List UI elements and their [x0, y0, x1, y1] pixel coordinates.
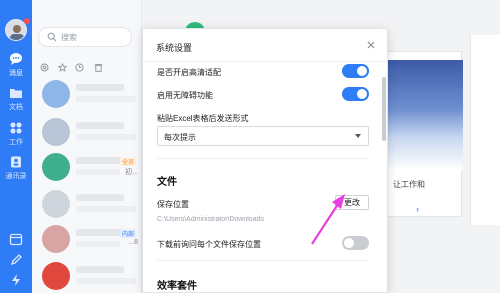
nav-item-docs[interactable]: 文档 — [0, 86, 32, 112]
save-path-text: C:\Users\Administrator\Downloads — [157, 216, 264, 223]
message-snippet: 初... — [125, 169, 138, 176]
blurred-preview — [76, 206, 136, 212]
section-title-file: 文件 — [157, 177, 177, 188]
nav-item-contacts[interactable]: 通讯录 — [0, 155, 32, 181]
blurred-name — [76, 157, 124, 164]
list-item[interactable] — [36, 114, 140, 150]
divider — [157, 260, 369, 261]
chevron-right-icon[interactable]: › — [416, 204, 419, 214]
promo-image — [387, 60, 463, 170]
folder-icon — [10, 89, 22, 98]
avatar — [42, 153, 70, 181]
blurred-name — [76, 122, 124, 129]
ask-location-label: 下载前询问每个文件保存位置 — [157, 240, 261, 249]
avatar — [42, 118, 70, 146]
blurred-preview — [76, 169, 120, 175]
star-icon[interactable] — [58, 63, 67, 72]
blurred-preview — [76, 278, 136, 284]
nav-label: 文档 — [9, 104, 23, 111]
save-location-label: 保存位置 — [157, 200, 189, 209]
left-nav: 消息 文档 工作 通讯录 — [0, 0, 32, 293]
search-input[interactable]: 搜索 — [38, 27, 132, 47]
trash-icon[interactable] — [94, 63, 103, 72]
clock-icon[interactable] — [75, 63, 84, 72]
dialog-title: 系统设置 — [156, 43, 193, 53]
settings-dialog: 系统设置 是否开启高清适配 启用无障碍功能 粘贴Excel表格后发送形式 每次提… — [142, 28, 388, 293]
option-label-accessibility: 启用无障碍功能 — [157, 91, 213, 100]
blurred-name — [76, 194, 124, 201]
message-snippet: ...8 — [128, 239, 138, 246]
list-item[interactable]: 内部 ...8 — [36, 221, 140, 257]
pen-icon[interactable] — [9, 253, 23, 267]
status-badge: 内部 — [119, 229, 136, 238]
list-item[interactable] — [36, 258, 140, 293]
nav-item-messages[interactable]: 消息 — [0, 52, 32, 78]
paste-format-select[interactable]: 每次提示 — [157, 126, 369, 146]
chevron-down-icon — [355, 134, 361, 138]
toggle-knob — [344, 238, 354, 248]
divider — [157, 158, 369, 159]
list-filters — [40, 63, 110, 75]
section-title-efficiency: 效率套件 — [157, 281, 197, 292]
calendar-icon[interactable] — [9, 232, 23, 246]
toggle-knob — [357, 66, 367, 76]
toggle-ask-location[interactable] — [342, 236, 369, 250]
blurred-name — [76, 84, 124, 91]
chat-bubble-icon — [10, 53, 22, 65]
notification-dot — [24, 18, 30, 24]
contacts-icon — [11, 156, 21, 168]
toggle-accessibility[interactable] — [342, 87, 369, 101]
blurred-preview — [76, 134, 136, 140]
blurred-preview — [76, 96, 136, 102]
search-placeholder: 搜索 — [61, 33, 77, 42]
blurred-name — [76, 229, 124, 236]
avatar — [42, 80, 70, 108]
avatar — [42, 262, 70, 290]
blurred-preview — [76, 241, 120, 247]
lightning-icon[interactable] — [9, 273, 23, 287]
toggle-hd-adapt[interactable] — [342, 64, 369, 78]
change-location-button[interactable]: 更改 — [335, 195, 369, 210]
list-item[interactable] — [36, 186, 140, 222]
close-icon[interactable] — [366, 40, 376, 50]
nav-item-work[interactable]: 工作 — [0, 121, 32, 147]
divider — [143, 61, 387, 62]
option-label-hd: 是否开启高清适配 — [157, 68, 221, 77]
mention-icon[interactable] — [40, 63, 49, 72]
search-icon — [47, 32, 57, 42]
promo-card[interactable]: 让工作和 › — [386, 51, 463, 217]
user-avatar-icon — [10, 25, 24, 40]
list-item[interactable]: 全员 初... — [36, 149, 140, 185]
status-badge: 全员 — [119, 157, 136, 166]
promo-text: 让工作和 — [393, 180, 425, 189]
paste-format-label: 粘贴Excel表格后发送形式 — [157, 114, 249, 123]
grid-apps-icon — [10, 122, 22, 134]
nav-label: 通讯录 — [5, 173, 27, 180]
scrollbar[interactable] — [382, 77, 386, 141]
toggle-knob — [357, 89, 367, 99]
nav-label: 消息 — [9, 70, 23, 77]
avatar — [42, 225, 70, 253]
blurred-name — [76, 266, 124, 273]
nav-label: 工作 — [9, 139, 23, 146]
background-side-strip — [470, 35, 500, 225]
select-value: 每次提示 — [164, 133, 196, 142]
list-item[interactable] — [36, 76, 140, 112]
avatar — [42, 190, 70, 218]
